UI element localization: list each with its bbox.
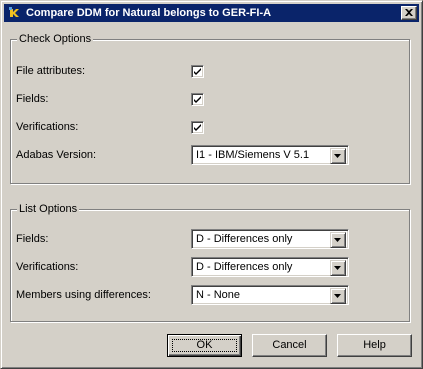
fields-checkbox[interactable]	[191, 93, 204, 106]
checkmark-icon	[194, 68, 201, 75]
adabas-version-label: Adabas Version:	[16, 149, 97, 161]
dropdown-button[interactable]	[330, 288, 346, 304]
dropdown-button[interactable]	[330, 148, 346, 164]
file-attributes-label: File attributes:	[16, 65, 86, 77]
adabas-version-value: I1 - IBM/Siemens V 5.1	[196, 149, 310, 161]
help-button-label: Help	[363, 339, 386, 351]
verifications-list-label: Verifications:	[16, 261, 79, 273]
fields-list-value: D - Differences only	[196, 233, 293, 245]
focus-rect	[172, 339, 237, 352]
members-label: Members using differences:	[16, 289, 151, 301]
compare-ddm-dialog: Compare DDM for Natural belongs to GER-F…	[0, 0, 423, 369]
close-icon	[405, 9, 413, 16]
members-select[interactable]: N - None	[191, 285, 349, 305]
window-title: Compare DDM for Natural belongs to GER-F…	[26, 7, 272, 19]
dropdown-button[interactable]	[330, 260, 346, 276]
chevron-down-icon	[334, 294, 341, 298]
chevron-down-icon	[334, 266, 341, 270]
title-bar[interactable]: Compare DDM for Natural belongs to GER-F…	[4, 4, 419, 22]
natural-app-icon	[7, 5, 23, 21]
fields-list-select[interactable]: D - Differences only	[191, 229, 349, 249]
chevron-down-icon	[334, 238, 341, 242]
check-options-legend: Check Options	[17, 32, 94, 46]
ok-button[interactable]: OK	[167, 334, 242, 357]
fields-list-label: Fields:	[16, 233, 49, 245]
checkmark-icon	[194, 124, 201, 131]
verifications-list-select[interactable]: D - Differences only	[191, 257, 349, 277]
chevron-down-icon	[334, 154, 341, 158]
help-button[interactable]: Help	[337, 334, 412, 357]
cancel-button[interactable]: Cancel	[252, 334, 327, 357]
fields-check-label: Fields:	[16, 93, 49, 105]
verifications-checkbox[interactable]	[191, 121, 204, 134]
close-button[interactable]	[401, 6, 417, 20]
checkmark-icon	[194, 96, 201, 103]
members-value: N - None	[196, 289, 241, 301]
cancel-button-label: Cancel	[272, 339, 307, 351]
file-attributes-checkbox[interactable]	[191, 65, 204, 78]
dropdown-button[interactable]	[330, 232, 346, 248]
adabas-version-select[interactable]: I1 - IBM/Siemens V 5.1	[191, 145, 349, 165]
verifications-check-label: Verifications:	[16, 121, 79, 133]
verifications-list-value: D - Differences only	[196, 261, 293, 273]
list-options-legend: List Options	[17, 202, 80, 216]
